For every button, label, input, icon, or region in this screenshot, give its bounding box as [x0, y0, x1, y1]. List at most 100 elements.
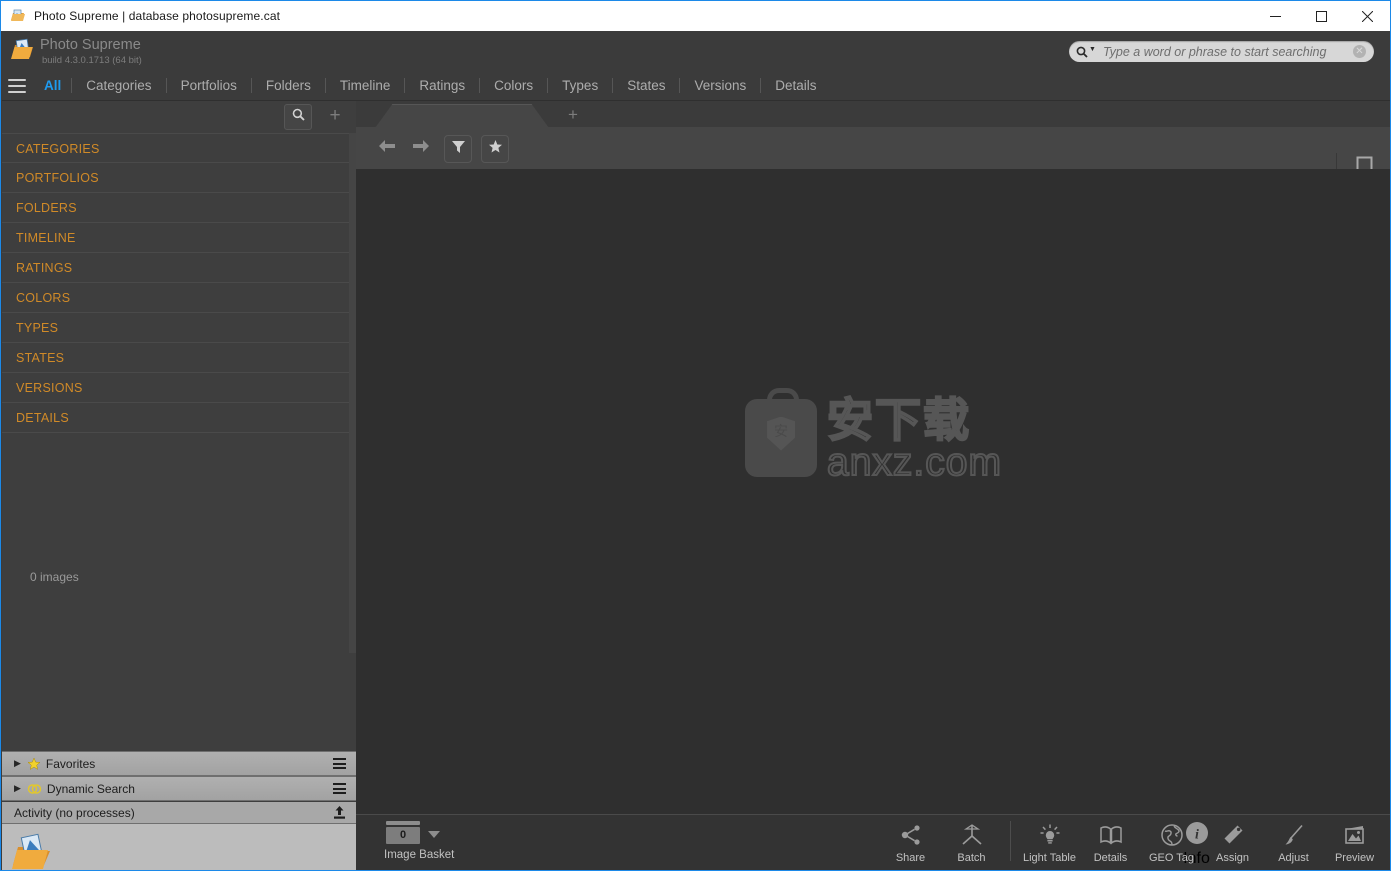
sidebar-section-dynamic-search[interactable]: ▶ Dynamic Search — [2, 776, 356, 801]
watermark-text: 安下载 anxz.com — [826, 394, 1002, 484]
adjust-button[interactable]: Adjust — [1263, 821, 1324, 864]
adjust-label: Adjust — [1278, 852, 1309, 864]
sidebar-item-ratings[interactable]: RATINGS — [2, 253, 349, 283]
funnel-icon — [451, 139, 466, 159]
maximize-button[interactable] — [1298, 1, 1344, 31]
sidebar-add-button[interactable]: + — [322, 104, 348, 128]
nav-item-timeline[interactable]: Timeline — [326, 71, 405, 100]
arrow-left-icon — [377, 139, 397, 158]
lightbulb-icon — [1038, 821, 1062, 849]
sidebar-category-list: CATEGORIES PORTFOLIOS FOLDERS TIMELINE R… — [2, 133, 349, 433]
rings-icon — [27, 782, 42, 796]
app-window: Photo Supreme | database photosupreme.ca… — [0, 0, 1391, 871]
geo-tag-button[interactable]: GEO Tag — [1141, 821, 1202, 864]
sidebar-item-colors[interactable]: COLORS — [2, 283, 349, 313]
window-title: Photo Supreme | database photosupreme.ca… — [34, 9, 281, 23]
sidebar-item-categories[interactable]: CATEGORIES — [2, 133, 349, 163]
clear-icon[interactable]: ✕ — [1353, 45, 1366, 58]
left-sidebar: + CATEGORIES PORTFOLIOS FOLDERS TIMELINE… — [2, 101, 356, 870]
sidebar-search-button[interactable] — [284, 104, 312, 130]
share-icon — [899, 821, 923, 849]
top-navigation: All Categories Portfolios Folders Timeli… — [2, 71, 1390, 101]
forward-button[interactable] — [408, 135, 434, 161]
light-table-button[interactable]: Light Table — [1019, 821, 1080, 864]
sidebar-item-details[interactable]: DETAILS — [2, 403, 349, 433]
images-count-label: 0 images — [30, 570, 79, 584]
sidebar-item-versions[interactable]: VERSIONS — [2, 373, 349, 403]
arrow-right-icon — [411, 139, 431, 158]
globe-icon — [1160, 821, 1184, 849]
watermark-domain-text: anxz.com — [826, 440, 1002, 484]
share-button[interactable]: Share — [880, 821, 941, 864]
back-button[interactable] — [374, 135, 400, 161]
preview-button[interactable]: Preview — [1324, 821, 1385, 864]
photo-folder-icon — [10, 832, 54, 870]
app-build-version: build 4.3.0.1713 (64 bit) — [42, 55, 142, 66]
sidebar-item-states[interactable]: STATES — [2, 343, 349, 373]
hamburger-icon[interactable] — [333, 783, 346, 794]
chevron-down-icon[interactable]: ▼ — [1089, 46, 1096, 53]
basket-counter[interactable]: 0 — [386, 821, 420, 844]
watermark: 安 安下载 anxz.com — [745, 387, 1002, 484]
nav-item-folders[interactable]: Folders — [252, 71, 325, 100]
search-icon — [292, 108, 305, 126]
image-basket[interactable]: 0 Image Basket — [384, 821, 506, 861]
tab-active[interactable] — [375, 104, 549, 128]
sidebar-item-portfolios[interactable]: PORTFOLIOS — [2, 163, 349, 193]
sidebar-section-label: Favorites — [45, 756, 96, 771]
star-icon — [488, 139, 503, 159]
filter-button[interactable] — [444, 135, 472, 163]
sidebar-dropzone[interactable] — [2, 824, 356, 870]
assign-button[interactable]: Assign — [1202, 821, 1263, 864]
nav-item-versions[interactable]: Versions — [680, 71, 760, 100]
nav-item-colors[interactable]: Colors — [480, 71, 547, 100]
search-input[interactable] — [1102, 44, 1353, 59]
sidebar-section-favorites[interactable]: ▶ Favorites — [2, 751, 356, 776]
plus-icon: + — [329, 105, 341, 126]
details-button[interactable]: Details — [1080, 821, 1141, 864]
global-search-box[interactable]: ▼ ✕ — [1069, 41, 1374, 62]
image-canvas: 安 安下载 anxz.com — [356, 169, 1390, 806]
sidebar-item-types[interactable]: TYPES — [2, 313, 349, 343]
chevron-down-icon[interactable] — [428, 831, 440, 838]
assign-label: Assign — [1215, 852, 1250, 864]
hamburger-icon[interactable] — [8, 78, 26, 93]
sidebar-item-folders[interactable]: FOLDERS — [2, 193, 349, 223]
hamburger-icon[interactable] — [333, 758, 346, 769]
sidebar-section-label: Dynamic Search — [46, 781, 135, 796]
batch-icon — [960, 821, 984, 849]
light-table-label: Light Table — [1022, 852, 1076, 864]
close-button[interactable] — [1344, 1, 1390, 31]
minimize-button[interactable] — [1252, 1, 1298, 31]
nav-item-ratings[interactable]: Ratings — [405, 71, 479, 100]
app-logo-icon — [10, 37, 36, 63]
watermark-bag-icon: 安 — [745, 387, 818, 477]
book-icon — [1099, 821, 1123, 849]
triangle-right-icon[interactable]: ▶ — [14, 758, 21, 769]
app-header: Photo Supreme build 4.3.0.1713 (64 bit) … — [2, 31, 1390, 71]
star-icon — [27, 756, 41, 771]
activity-label: Activity (no processes) — [14, 805, 135, 820]
batch-button[interactable]: Batch — [941, 821, 1002, 864]
nav-item-states[interactable]: States — [613, 71, 679, 100]
nav-item-portfolios[interactable]: Portfolios — [167, 71, 251, 100]
search-icon — [1076, 46, 1088, 58]
nav-item-types[interactable]: Types — [548, 71, 612, 100]
rating-filter-button[interactable] — [481, 135, 509, 163]
details-label: Details — [1093, 852, 1128, 864]
nav-item-all[interactable]: All — [36, 71, 71, 100]
sidebar-item-timeline[interactable]: TIMELINE — [2, 223, 349, 253]
upload-icon[interactable] — [332, 805, 347, 820]
nav-item-details[interactable]: Details — [761, 71, 830, 100]
batch-label: Batch — [957, 852, 986, 864]
nav-item-categories[interactable]: Categories — [72, 71, 165, 100]
app-name: Photo Supreme — [40, 37, 141, 53]
main-panel: + 安 安下载 anxz.com — [356, 101, 1390, 870]
triangle-right-icon[interactable]: ▶ — [14, 783, 21, 794]
geo-tag-label: GEO Tag — [1148, 852, 1195, 864]
image-preview-icon — [1343, 821, 1367, 849]
add-tab-button[interactable]: + — [568, 106, 578, 123]
window-controls — [1252, 1, 1390, 31]
sidebar-activity-bar[interactable]: Activity (no processes) — [2, 802, 356, 824]
sidebar-scrollbar[interactable] — [349, 133, 356, 653]
